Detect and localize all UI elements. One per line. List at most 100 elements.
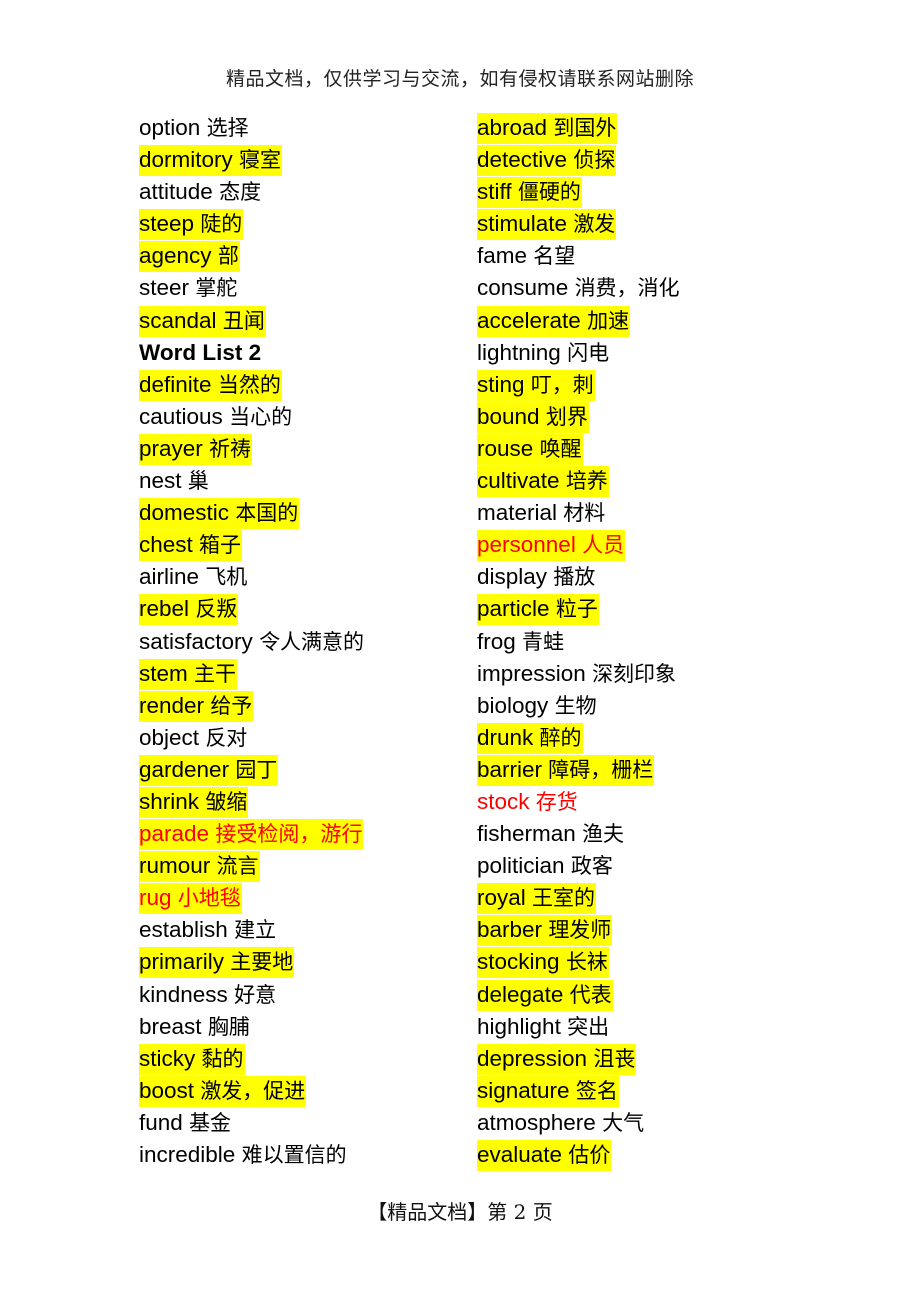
highlighted-text: stem 主干	[139, 658, 238, 690]
chinese-meaning: 激发	[573, 212, 616, 237]
vocab-entry: rebel 反叛	[139, 593, 365, 626]
english-word: evaluate	[477, 1142, 563, 1167]
english-word: cautious	[139, 403, 223, 429]
vocab-entry: detective 侦探	[477, 144, 681, 177]
vocab-entry: fund 基金	[139, 1107, 365, 1139]
highlighted-text: accelerate 加速	[477, 305, 631, 337]
english-word: barber	[477, 917, 543, 943]
chinese-meaning: 人员	[582, 533, 625, 558]
entry-text: material 材料	[477, 498, 606, 529]
english-word: attitude	[139, 179, 213, 205]
chinese-meaning: 流言	[216, 854, 259, 879]
entry-text: stock 存货	[477, 787, 579, 818]
highlighted-text: cultivate 培养	[477, 466, 609, 498]
entry-text: politician 政客	[477, 851, 614, 882]
vocab-entry: option 选择	[139, 112, 365, 144]
english-word: stocking	[477, 949, 560, 975]
highlighted-text: rouse 唤醒	[477, 433, 583, 465]
vocab-entry: kindness 好意	[139, 979, 365, 1011]
english-word: rug	[139, 885, 172, 911]
chinese-meaning: 胸脯	[207, 1014, 250, 1039]
entry-text: fund 基金	[139, 1108, 232, 1139]
vocab-entry: breast 胸脯	[139, 1011, 365, 1043]
vocab-entry: establish 建立	[139, 914, 365, 946]
vocab-entry: stem 主干	[139, 658, 365, 690]
chinese-meaning: 名望	[533, 244, 576, 269]
english-word: steep	[139, 211, 195, 237]
english-word: prayer	[139, 435, 203, 461]
vocab-entry: cultivate 培养	[477, 465, 681, 498]
highlighted-text: signature 签名	[477, 1075, 619, 1107]
entry-text: Word List 2	[139, 338, 262, 369]
vocab-entry: object 反对	[139, 722, 365, 754]
english-word: agency	[139, 243, 212, 269]
vocab-entry: drunk 醉的	[477, 722, 681, 754]
highlighted-text: royal 王室的	[477, 883, 597, 915]
english-word: rumour	[139, 853, 211, 879]
english-word: material	[477, 500, 558, 526]
english-word: depression	[477, 1045, 588, 1071]
chinese-meaning: 接受检阅，游行	[215, 822, 363, 847]
english-word: steer	[139, 275, 190, 301]
highlighted-text: parade 接受检阅，游行	[139, 819, 364, 851]
entry-text: display 播放	[477, 562, 596, 593]
chinese-meaning: 反对	[205, 725, 248, 750]
chinese-meaning: 建立	[234, 918, 277, 943]
english-word: royal	[477, 885, 526, 911]
vocab-entry: rumour 流言	[139, 850, 365, 883]
chinese-meaning: 青蛙	[522, 629, 565, 654]
chinese-meaning: 长袜	[565, 950, 608, 975]
english-word: boost	[139, 1077, 195, 1103]
chinese-meaning: 闪电	[567, 340, 610, 365]
chinese-meaning: 突出	[567, 1014, 610, 1039]
highlighted-text: rebel 反叛	[139, 594, 239, 626]
vocab-entry: atmosphere 大气	[477, 1107, 681, 1139]
chinese-meaning: 加速	[587, 308, 630, 333]
chinese-meaning: 黏的	[201, 1046, 244, 1071]
english-word: scandal	[139, 307, 217, 333]
page-footer: 【精品文档】第 2 页	[367, 1200, 553, 1224]
chinese-meaning: 消费，消化	[574, 276, 680, 301]
chinese-meaning: 粒子	[555, 597, 598, 622]
vocab-entry: cautious 当心的	[139, 401, 365, 433]
english-word: airline	[139, 564, 200, 590]
english-word: fisherman	[477, 821, 576, 847]
chinese-meaning: 醉的	[539, 725, 582, 750]
entry-text: nest 巢	[139, 466, 210, 497]
english-word: drunk	[477, 724, 534, 750]
highlighted-text: stimulate 激发	[477, 209, 617, 241]
english-word: primarily	[139, 949, 225, 975]
english-word: lightning	[477, 339, 561, 365]
vocab-entry: stocking 长袜	[477, 946, 681, 979]
vocab-entry: scandal 丑闻	[139, 305, 365, 337]
highlighted-text: rug 小地毯	[139, 883, 242, 915]
chinese-meaning: 飞机	[205, 565, 248, 590]
english-word: satisfactory	[139, 628, 253, 654]
vocab-entry: barrier 障碍，栅栏	[477, 754, 681, 786]
highlighted-text: primarily 主要地	[139, 947, 295, 979]
vocab-entry: delegate 代表	[477, 979, 681, 1011]
entry-text: biology 生物	[477, 691, 598, 722]
chinese-meaning: 令人满意的	[259, 629, 365, 654]
highlighted-text: depression 沮丧	[477, 1043, 637, 1075]
english-word: option	[139, 115, 201, 140]
english-word: breast	[139, 1013, 202, 1039]
vocab-entry: domestic 本国的	[139, 497, 365, 530]
english-word: delegate	[477, 981, 564, 1007]
english-word: dormitory	[139, 147, 233, 173]
english-word: frog	[477, 628, 516, 654]
entry-text: satisfactory 令人满意的	[139, 627, 365, 658]
english-word: barrier	[477, 756, 543, 782]
chinese-meaning: 划界	[545, 404, 588, 429]
highlighted-text: particle 粒子	[477, 594, 599, 626]
vocab-entry: abroad 到国外	[477, 112, 681, 144]
vocab-entry: gardener 园丁	[139, 754, 365, 786]
vocab-entry: render 给予	[139, 690, 365, 722]
english-word: biology	[477, 692, 549, 718]
vocab-entry: satisfactory 令人满意的	[139, 626, 365, 658]
highlighted-text: bound 划界	[477, 401, 589, 433]
chinese-meaning: 存货	[535, 789, 578, 814]
vocab-entry: steer 掌舵	[139, 272, 365, 304]
highlighted-text: definite 当然的	[139, 369, 282, 401]
highlighted-text: stocking 长袜	[477, 947, 609, 979]
